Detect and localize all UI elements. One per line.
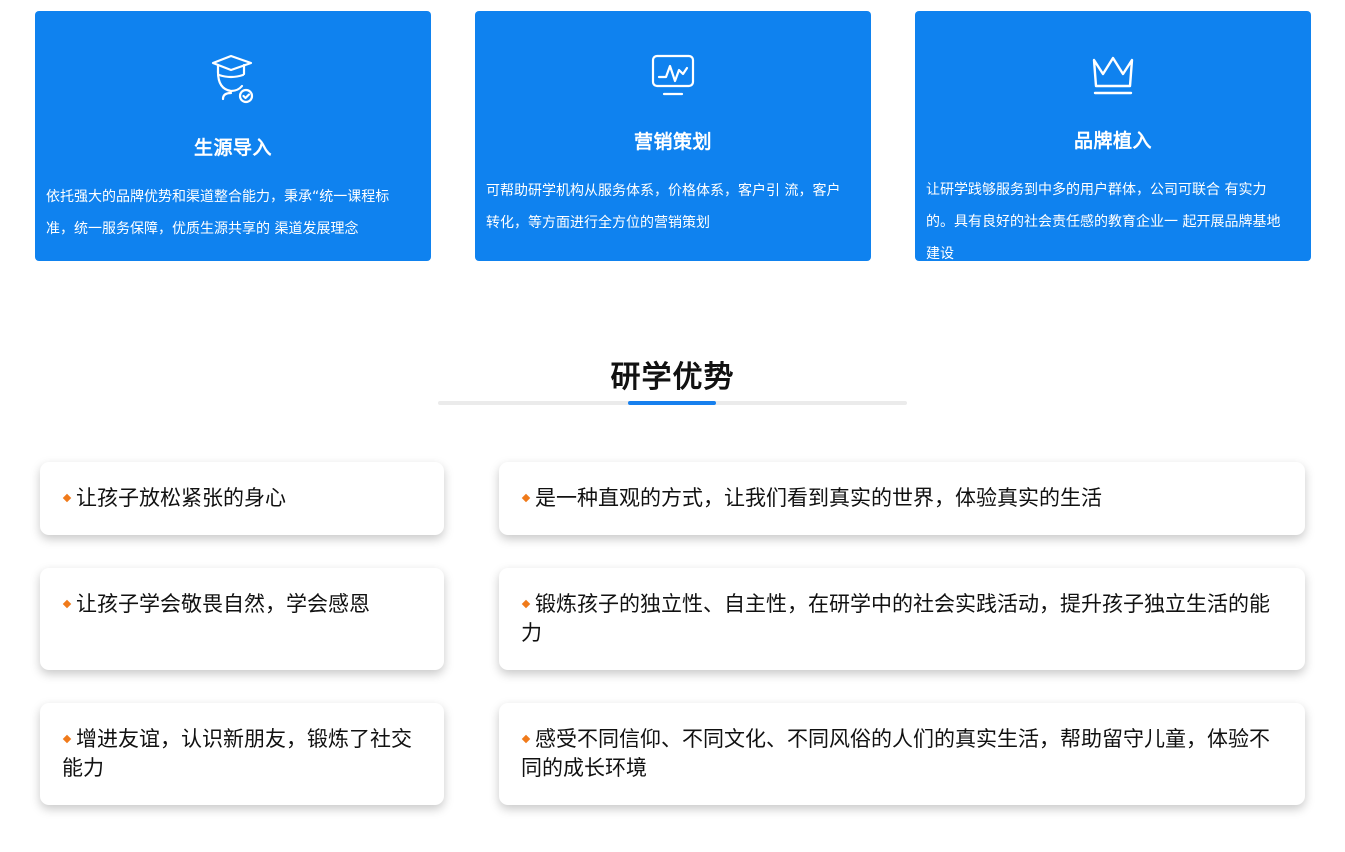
- diamond-bullet-icon: [62, 493, 72, 502]
- service-card-marketing[interactable]: 营销策划 可帮助研学机构从服务体系，价格体系，客户引 流，客户转化，等方面进行全…: [475, 11, 871, 261]
- diamond-bullet-icon: [62, 599, 72, 608]
- title-divider-accent: [628, 401, 716, 405]
- diamond-bullet-icon: [521, 599, 531, 608]
- advantage-text: 感受不同信仰、不同文化、不同风俗的人们的真实生活，帮助留守儿童，体验不同的成长环…: [521, 727, 1270, 780]
- advantage-text: 增进友谊，认识新朋友，锻炼了社交能力: [62, 727, 412, 780]
- advantage-card: 锻炼孩子的独立性、自主性，在研学中的社会实践活动，提升孩子独立生活的能力: [499, 568, 1305, 670]
- chart-monitor-icon: [475, 52, 871, 98]
- advantage-card: 增进友谊，认识新朋友，锻炼了社交能力: [40, 703, 444, 805]
- advantage-text: 让孩子学会敬畏自然，学会感恩: [76, 592, 370, 616]
- advantage-card: 是一种直观的方式，让我们看到真实的世界，体验真实的生活: [499, 462, 1305, 535]
- crown-icon: [915, 54, 1311, 98]
- diamond-bullet-icon: [62, 734, 72, 743]
- service-title: 营销策划: [633, 131, 712, 153]
- advantage-text: 是一种直观的方式，让我们看到真实的世界，体验真实的生活: [535, 486, 1102, 510]
- service-card-student-sourcing[interactable]: 生源导入 依托强大的品牌优势和渠道整合能力，秉承“统一课程标准，统一服务保障，优…: [35, 11, 431, 261]
- advantage-card: 让孩子学会敬畏自然，学会感恩: [40, 568, 444, 670]
- page: 生源导入 依托强大的品牌优势和渠道整合能力，秉承“统一课程标准，统一服务保障，优…: [0, 0, 1345, 852]
- service-title: 品牌植入: [1073, 130, 1152, 152]
- service-description: 可帮助研学机构从服务体系，价格体系，客户引 流，客户转化，等方面进行全方位的营销…: [486, 183, 841, 231]
- diamond-bullet-icon: [521, 493, 531, 502]
- advantage-card: 感受不同信仰、不同文化、不同风俗的人们的真实生活，帮助留守儿童，体验不同的成长环…: [499, 703, 1305, 805]
- advantage-text: 锻炼孩子的独立性、自主性，在研学中的社会实践活动，提升孩子独立生活的能力: [521, 592, 1270, 645]
- service-title: 生源导入: [193, 137, 272, 159]
- advantage-card: 让孩子放松紧张的身心: [40, 462, 444, 535]
- diamond-bullet-icon: [521, 734, 531, 743]
- service-description: 依托强大的品牌优势和渠道整合能力，秉承“统一课程标准，统一服务保障，优质生源共享…: [46, 189, 390, 237]
- service-description: 让研学践够服务到中多的用户群体，公司可联合 有实力的。具有良好的社会责任感的教育…: [926, 182, 1281, 262]
- title-divider: [438, 401, 907, 405]
- service-card-brand[interactable]: 品牌植入 让研学践够服务到中多的用户群体，公司可联合 有实力的。具有良好的社会责…: [915, 11, 1311, 262]
- section-title: 研学优势: [610, 360, 735, 395]
- graduate-icon: [35, 53, 431, 105]
- advantage-text: 让孩子放松紧张的身心: [76, 486, 286, 510]
